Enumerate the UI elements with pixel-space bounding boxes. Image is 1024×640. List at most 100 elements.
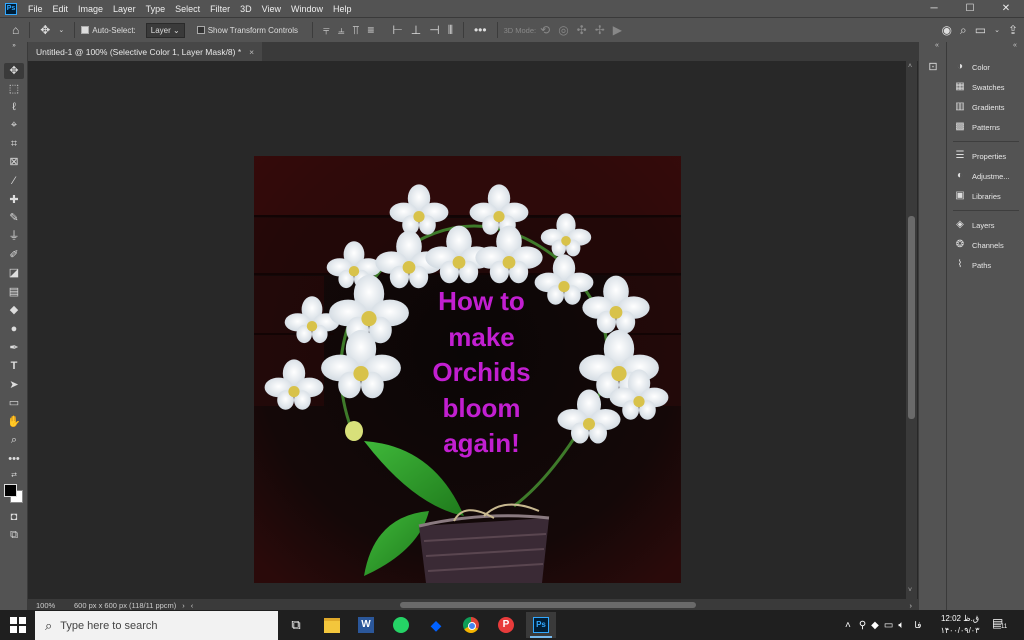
minimize-icon[interactable]: ─ bbox=[916, 3, 952, 14]
path-select-tool-icon[interactable]: ➤ bbox=[4, 377, 24, 393]
auto-select-target-dropdown[interactable]: Layer ⌄ bbox=[145, 22, 185, 38]
hand-tool-icon[interactable]: ✋ bbox=[4, 414, 24, 430]
volume-icon[interactable]: 🔈︎ bbox=[898, 620, 904, 631]
menu-layer[interactable]: Layer bbox=[108, 4, 141, 14]
clone-stamp-icon[interactable]: ⏚ bbox=[4, 228, 24, 244]
align-left-icon[interactable]: ⊢ bbox=[392, 23, 402, 37]
dropbox-icon[interactable]: ◆ bbox=[421, 612, 451, 638]
pocket-icon[interactable]: P bbox=[491, 612, 521, 638]
panel-gradients[interactable]: ▥ Gradients bbox=[953, 99, 1023, 115]
lasso-tool-icon[interactable]: ℓ bbox=[4, 99, 24, 115]
account-icon[interactable]: ◉ bbox=[942, 23, 952, 37]
quick-select-tool-icon[interactable]: ⌖ bbox=[4, 117, 24, 133]
distribute-horizontal-icon[interactable]: ⦀ bbox=[448, 23, 453, 38]
vertical-scroll-thumb[interactable] bbox=[908, 216, 915, 419]
menu-help[interactable]: Help bbox=[328, 4, 357, 14]
align-right-icon[interactable]: ⊣ bbox=[429, 23, 439, 37]
notification-center-icon[interactable]: ▤ 11 bbox=[992, 616, 1010, 634]
scroll-left-icon[interactable]: ‹ bbox=[191, 601, 194, 610]
scroll-right-icon[interactable]: › bbox=[910, 601, 913, 610]
share-icon[interactable]: ⇪ bbox=[1008, 23, 1018, 37]
type-tool-icon[interactable]: T bbox=[4, 358, 24, 374]
distribute-vertical-icon[interactable]: ≡ bbox=[367, 23, 374, 37]
gradient-tool-icon[interactable]: ▤ bbox=[4, 284, 24, 300]
pen-tool-icon[interactable]: ✒ bbox=[4, 340, 24, 356]
panel-properties[interactable]: ☰ Properties bbox=[953, 148, 1023, 164]
more-options-icon[interactable]: ••• bbox=[474, 23, 487, 37]
panel-paths[interactable]: ⌇ Paths bbox=[953, 257, 1023, 273]
eyedropper-tool-icon[interactable]: ⁄ bbox=[4, 173, 24, 189]
3d-orbit-icon[interactable]: ⟲ bbox=[540, 23, 550, 37]
healing-brush-icon[interactable]: ✚ bbox=[4, 192, 24, 208]
horizontal-scroll-thumb[interactable] bbox=[400, 602, 696, 608]
search-icon[interactable]: ⌕ bbox=[960, 23, 967, 38]
auto-select-checkbox[interactable] bbox=[81, 26, 90, 34]
screen-mode-icon[interactable]: ⧉ bbox=[4, 527, 24, 543]
menu-image[interactable]: Image bbox=[73, 4, 108, 14]
menu-select[interactable]: Select bbox=[170, 4, 205, 14]
collapse-dock-icon[interactable]: « bbox=[1013, 42, 1017, 49]
move-tool-icon[interactable]: ✥ bbox=[4, 63, 24, 79]
file-explorer-icon[interactable] bbox=[317, 612, 347, 638]
menu-edit[interactable]: Edit bbox=[48, 4, 74, 14]
foreground-color-swatch[interactable] bbox=[4, 484, 17, 497]
chrome-icon[interactable] bbox=[456, 612, 486, 638]
tray-chevron-up-icon[interactable]: ˄ bbox=[845, 620, 851, 631]
panel-libraries[interactable]: ▣ Libraries bbox=[953, 188, 1023, 204]
transform-controls-checkbox[interactable] bbox=[196, 26, 205, 34]
menu-type[interactable]: Type bbox=[141, 4, 171, 14]
3d-slide-icon[interactable]: ✢ bbox=[595, 23, 605, 37]
taskbar-search-box[interactable]: ⌕ Type here to search bbox=[35, 611, 278, 640]
overlay-text[interactable]: How to make Orchids bloom again! bbox=[394, 284, 569, 462]
crop-tool-icon[interactable]: ⌗ bbox=[4, 136, 24, 152]
collapse-panels-icon[interactable]: « bbox=[935, 42, 939, 49]
status-menu-icon[interactable]: › bbox=[182, 601, 185, 610]
panel-swatches[interactable]: ▦ Swatches bbox=[953, 79, 1023, 95]
language-indicator[interactable]: فا bbox=[914, 620, 921, 631]
word-icon[interactable]: W bbox=[351, 612, 381, 638]
chevron-down-icon[interactable]: ⌄ bbox=[58, 26, 64, 34]
panel-layers[interactable]: ◈ Layers bbox=[953, 217, 1023, 233]
history-brush-icon[interactable]: ✐ bbox=[4, 247, 24, 263]
menu-file[interactable]: File bbox=[23, 4, 48, 14]
menu-3d[interactable]: 3D bbox=[235, 4, 257, 14]
align-hcenter-icon[interactable]: ⊥ bbox=[411, 23, 421, 37]
panel-patterns[interactable]: ▩ Patterns bbox=[953, 119, 1023, 135]
photoshop-taskbar-icon[interactable]: Ps bbox=[526, 612, 556, 638]
move-tool-icon[interactable]: ✥ bbox=[40, 23, 50, 37]
dodge-tool-icon[interactable]: ● bbox=[4, 321, 24, 337]
whatsapp-icon[interactable] bbox=[386, 612, 416, 638]
brush-tool-icon[interactable]: ✎ bbox=[4, 210, 24, 226]
zoom-level[interactable]: 100% bbox=[36, 601, 74, 610]
dropbox-tray-icon[interactable]: ◆ bbox=[871, 620, 879, 631]
swap-colors-icon[interactable]: ⇄ bbox=[4, 468, 24, 484]
chevron-down-icon[interactable]: ⌄ bbox=[994, 26, 1000, 34]
close-tab-icon[interactable]: × bbox=[249, 47, 254, 57]
frame-tool-icon[interactable]: ⊠ bbox=[4, 154, 24, 170]
3d-camera-icon[interactable]: ▶ bbox=[613, 23, 622, 37]
edit-toolbar-icon[interactable]: ••• bbox=[4, 451, 24, 467]
windows-start-icon[interactable] bbox=[10, 617, 26, 633]
marquee-tool-icon[interactable]: ⬚ bbox=[4, 81, 24, 97]
task-view-icon[interactable]: ⧉ bbox=[281, 612, 311, 638]
workspace-icon[interactable]: ▭ bbox=[975, 23, 986, 37]
close-window-icon[interactable]: ✕ bbox=[988, 3, 1024, 14]
scroll-down-icon[interactable]: ˅ bbox=[908, 587, 912, 594]
history-panel-icon[interactable]: ⊡ bbox=[926, 60, 940, 74]
3d-pan-icon[interactable]: ✣ bbox=[577, 23, 587, 37]
scroll-up-icon[interactable]: ˄ bbox=[908, 63, 912, 70]
rectangle-tool-icon[interactable]: ▭ bbox=[4, 395, 24, 411]
panel-color[interactable]: ◑ Color bbox=[953, 59, 1023, 75]
menu-window[interactable]: Window bbox=[286, 4, 328, 14]
align-top-icon[interactable]: ⫧ bbox=[323, 23, 330, 38]
panel-adjustments[interactable]: ◐ Adjustme... bbox=[953, 168, 1023, 184]
panel-channels[interactable]: ❂ Channels bbox=[953, 237, 1023, 253]
vertical-scrollbar[interactable]: ˄ ˅ bbox=[906, 61, 917, 599]
blur-tool-icon[interactable]: ◆ bbox=[4, 302, 24, 318]
document-tab[interactable]: Untitled-1 @ 100% (Selective Color 1, La… bbox=[28, 42, 263, 61]
home-icon[interactable]: ⌂ bbox=[12, 23, 19, 37]
document-info[interactable]: 600 px x 600 px (118/11 ppcm) bbox=[74, 601, 176, 610]
align-bottom-icon[interactable]: ⫪ bbox=[353, 23, 360, 38]
document-canvas[interactable]: How to make Orchids bloom again! bbox=[254, 156, 681, 583]
collapse-toolbar-icon[interactable]: » bbox=[4, 42, 24, 58]
